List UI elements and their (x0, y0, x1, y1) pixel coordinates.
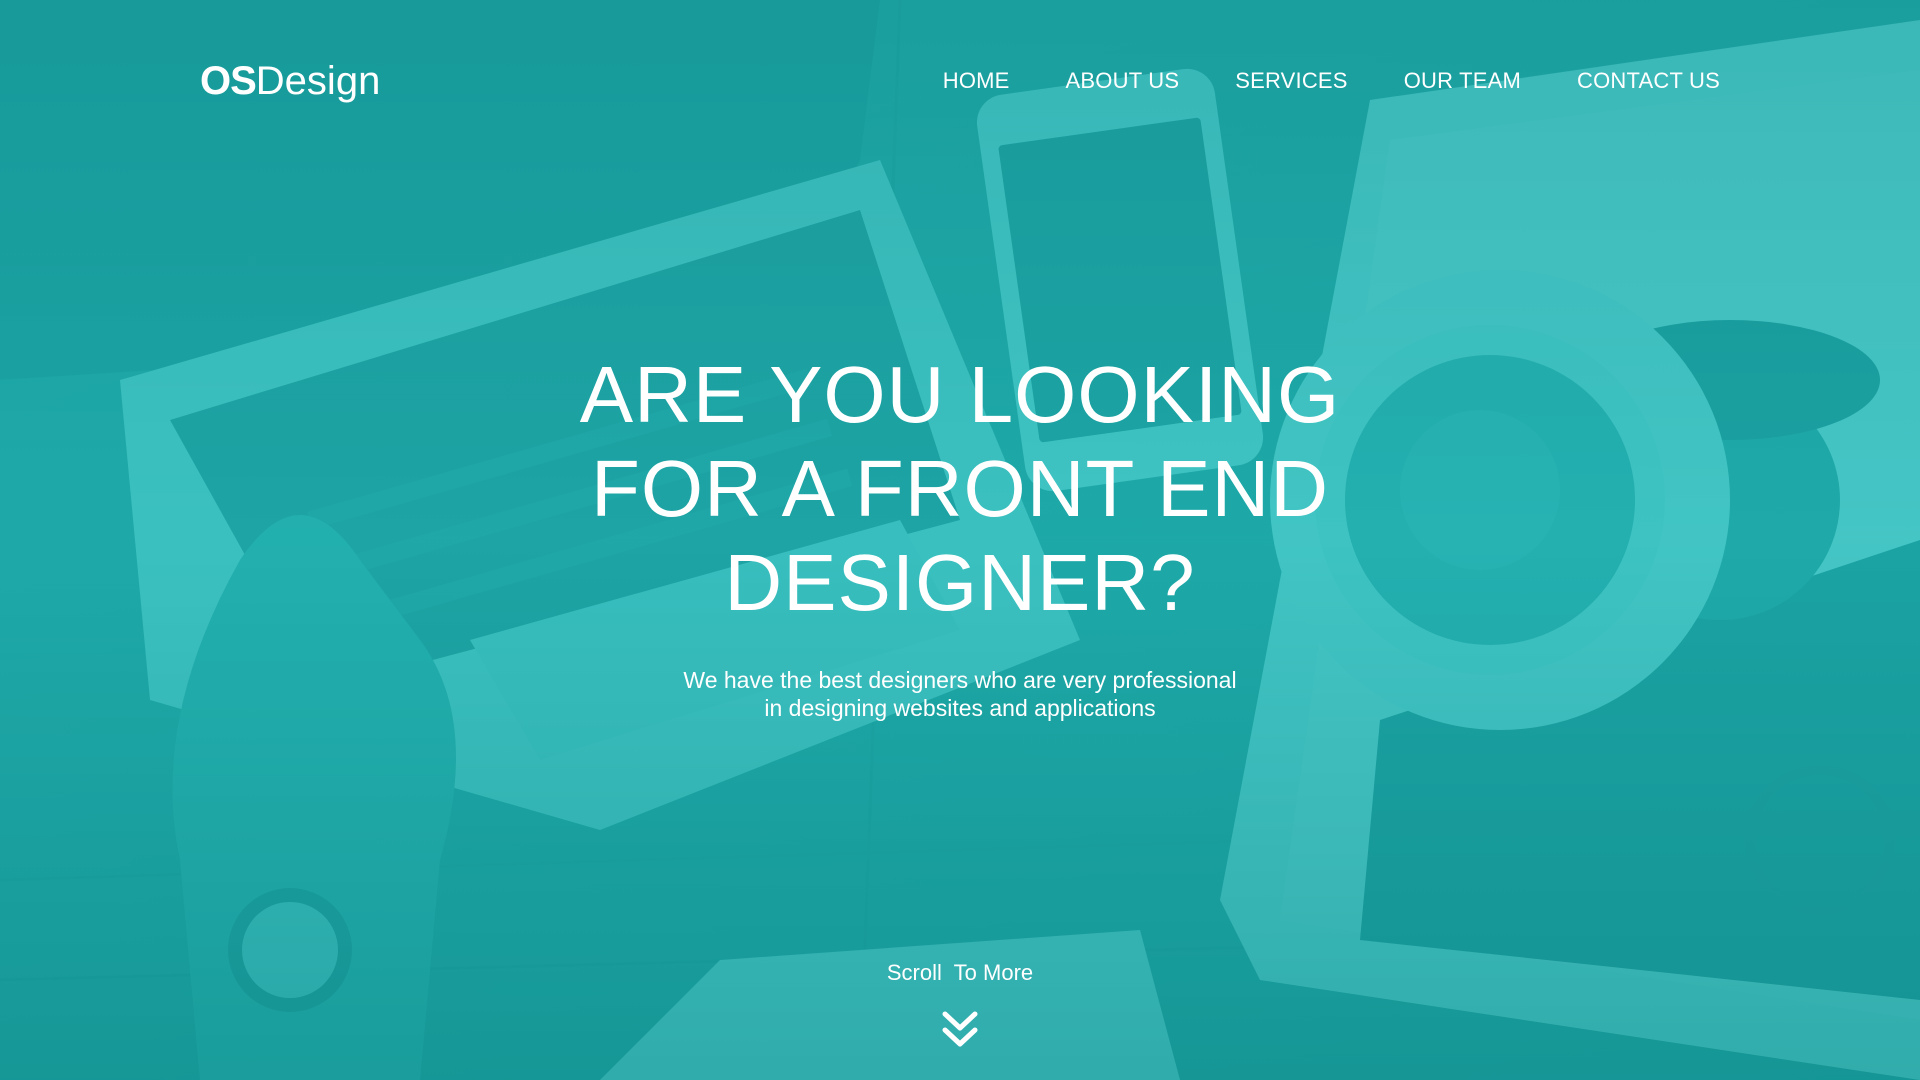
headline-line: ARE YOU LOOKING (579, 350, 1341, 439)
main-nav: HOME ABOUT US SERVICES OUR TEAM CONTACT … (943, 56, 1720, 106)
subtext-line: We have the best designers who are very … (683, 667, 1237, 693)
navbar: OSDesign HOME ABOUT US SERVICES OUR TEAM… (0, 56, 1920, 106)
nav-item-services[interactable]: SERVICES (1235, 68, 1347, 94)
nav-item-home[interactable]: HOME (943, 68, 1010, 94)
headline-line: FOR A FRONT END (590, 444, 1330, 533)
nav-item-about-us[interactable]: ABOUT US (1066, 68, 1180, 94)
scroll-to-more-label[interactable]: Scroll To More (0, 960, 1920, 986)
subtext-line: in designing websites and applications (764, 695, 1156, 721)
hero-headline: ARE YOU LOOKING FOR A FRONT END DESIGNER… (0, 348, 1920, 630)
hero-subtext: We have the best designers who are very … (0, 666, 1920, 722)
site-logo[interactable]: OSDesign (200, 56, 380, 106)
headline-line: DESIGNER? (724, 538, 1196, 627)
nav-item-contact-us[interactable]: CONTACT US (1577, 68, 1720, 94)
hero-section: OSDesign HOME ABOUT US SERVICES OUR TEAM… (0, 0, 1920, 1080)
double-chevron-down-icon[interactable] (942, 1010, 978, 1050)
logo-light-text: Design (255, 59, 381, 103)
nav-item-our-team[interactable]: OUR TEAM (1404, 68, 1521, 94)
logo-bold-text: OS (200, 59, 257, 103)
